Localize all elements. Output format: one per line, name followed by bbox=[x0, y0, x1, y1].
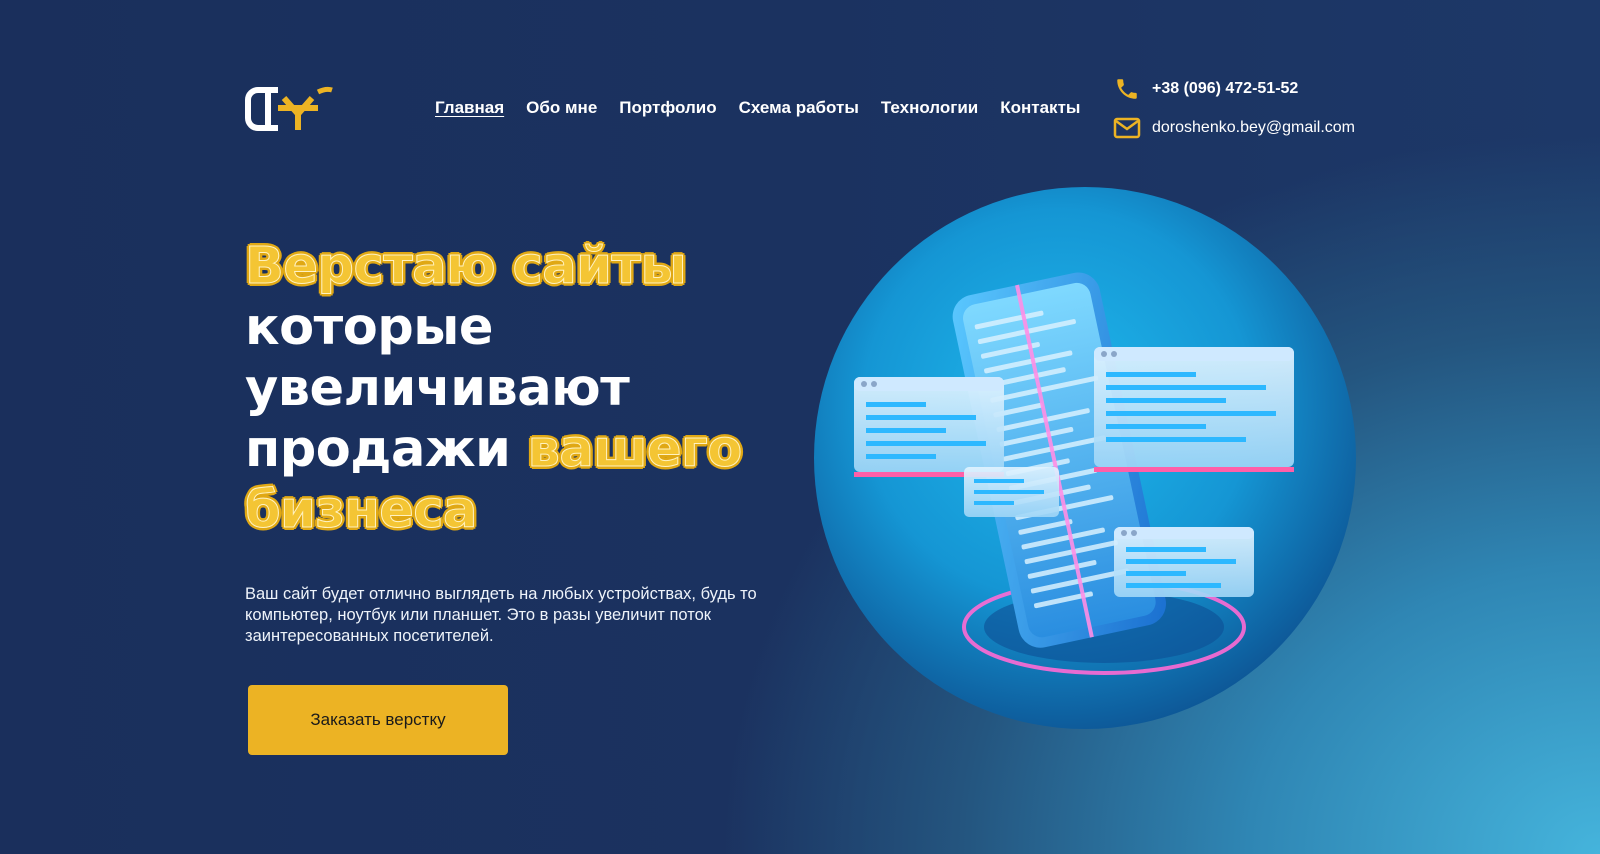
hero-title-word-plain: продажи bbox=[245, 420, 511, 479]
email-address[interactable]: doroshenko.bey@gmail.com bbox=[1152, 119, 1355, 137]
nav-home[interactable]: Главная bbox=[435, 98, 504, 118]
nav-technologies[interactable]: Технологии bbox=[881, 98, 978, 118]
logo-icon bbox=[245, 86, 333, 131]
hero-description: Ваш сайт будет отлично выглядеть на любы… bbox=[245, 585, 757, 645]
hero-title-line-5: бизнеса bbox=[245, 481, 478, 541]
nav-portfolio[interactable]: Портфолио bbox=[619, 98, 716, 118]
hero-title-line-1: Верстаю сайты bbox=[245, 237, 688, 297]
hero-illustration bbox=[814, 187, 1356, 729]
nav-workflow[interactable]: Схема работы bbox=[739, 98, 859, 118]
hero-title-line-3: увеличивают bbox=[245, 359, 630, 418]
hero-title: Верстаю сайты которые увеличивают продаж… bbox=[245, 236, 743, 541]
header-contacts: +38 (096) 472-51-52 doroshenko.bey@gmail… bbox=[1112, 74, 1355, 152]
email-contact[interactable]: doroshenko.bey@gmail.com bbox=[1112, 113, 1355, 143]
hero-title-line-4: продажи вашего bbox=[245, 419, 743, 480]
logo[interactable] bbox=[244, 84, 334, 134]
nav-contacts[interactable]: Контакты bbox=[1000, 98, 1080, 118]
main-nav: Главная Обо мне Портфолио Схема работы Т… bbox=[435, 98, 1080, 118]
phone-contact[interactable]: +38 (096) 472-51-52 bbox=[1112, 74, 1355, 104]
mail-icon bbox=[1112, 113, 1142, 143]
order-layout-button[interactable]: Заказать верстку bbox=[248, 685, 508, 755]
hero-title-line-2: которые bbox=[245, 298, 493, 357]
hero-title-word-highlight: вашего bbox=[527, 420, 743, 480]
phone-icon bbox=[1112, 74, 1142, 104]
nav-about[interactable]: Обо мне bbox=[526, 98, 597, 118]
phone-number[interactable]: +38 (096) 472-51-52 bbox=[1152, 80, 1298, 98]
